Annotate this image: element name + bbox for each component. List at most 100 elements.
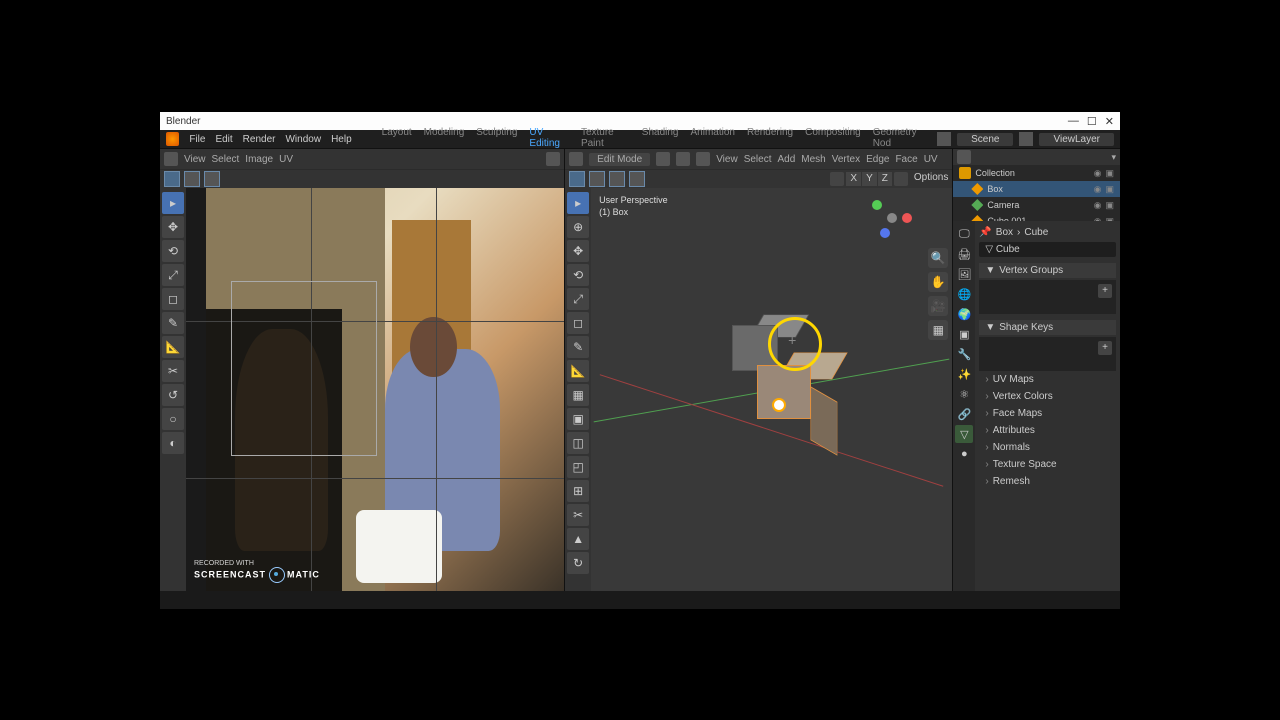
select-mode-face-icon[interactable] xyxy=(696,152,710,166)
shape-keys-list[interactable]: + xyxy=(979,337,1116,371)
menu-edit[interactable]: Edit xyxy=(215,134,232,145)
select-mode-vert-icon[interactable] xyxy=(656,152,670,166)
tool-transform[interactable]: ◻ xyxy=(162,288,184,310)
uv-sync-button[interactable] xyxy=(164,171,180,187)
tool-scale-3d[interactable]: ⤢ xyxy=(567,288,589,310)
tool-measure[interactable]: 📐 xyxy=(162,336,184,358)
uv-menu-view[interactable]: View xyxy=(184,154,206,165)
editor-type-icon[interactable] xyxy=(164,152,178,166)
visibility-icon[interactable]: ◉ xyxy=(1094,184,1102,195)
tab-compositing[interactable]: Compositing xyxy=(805,127,861,151)
minimize-icon[interactable]: — xyxy=(1068,115,1079,128)
camera-icon[interactable]: 🎥 xyxy=(928,296,948,316)
uv-menu-image[interactable]: Image xyxy=(245,154,273,165)
vp-menu-edge[interactable]: Edge xyxy=(866,154,889,165)
tab-output[interactable]: 🖨 xyxy=(955,245,973,263)
tab-material[interactable]: ● xyxy=(955,445,973,463)
tab-render[interactable]: 🖵 xyxy=(955,225,973,243)
tab-viewlayer[interactable]: 🖼 xyxy=(955,265,973,283)
vp-menu-mesh[interactable]: Mesh xyxy=(801,154,825,165)
tab-sculpting[interactable]: Sculpting xyxy=(476,127,517,151)
tool-rip[interactable]: ✂ xyxy=(162,360,184,382)
tab-uv-editing[interactable]: UV Editing xyxy=(529,127,569,151)
mirror-x[interactable]: X xyxy=(846,172,861,186)
vp-pivot-button[interactable] xyxy=(589,171,605,187)
add-button[interactable]: + xyxy=(1098,341,1112,355)
uv-image-area[interactable]: RECORDED WITH SCREENCAST MATIC xyxy=(186,188,564,591)
vertex-groups-list[interactable]: + xyxy=(979,280,1116,314)
close-icon[interactable]: ✕ xyxy=(1105,115,1114,128)
tab-physics[interactable]: ⚛ xyxy=(955,385,973,403)
ortho-icon[interactable]: ▦ xyxy=(928,320,948,340)
tab-constraints[interactable]: 🔗 xyxy=(955,405,973,423)
tool-move-3d[interactable]: ✥ xyxy=(567,240,589,262)
gizmo-center[interactable] xyxy=(887,213,897,223)
tool-annotate[interactable]: ✎ xyxy=(162,312,184,334)
tool-add-cube[interactable]: ▦ xyxy=(567,384,589,406)
viewport-3d[interactable]: User Perspective (1) Box xyxy=(591,188,952,591)
tab-texture-paint[interactable]: Texture Paint xyxy=(581,127,630,151)
gizmo-axis-y[interactable] xyxy=(872,200,882,210)
vp-menu-face[interactable]: Face xyxy=(895,154,917,165)
tab-data[interactable]: ▽ xyxy=(955,425,973,443)
outliner-collection[interactable]: Collection ◉▣ xyxy=(953,165,1120,181)
menu-window[interactable]: Window xyxy=(285,134,321,145)
breadcrumb-object[interactable]: Box xyxy=(996,227,1013,238)
tool-annotate-3d[interactable]: ✎ xyxy=(567,336,589,358)
tool-grab[interactable]: ↺ xyxy=(162,384,184,406)
section-face-maps[interactable]: Face Maps xyxy=(979,405,1116,422)
add-button[interactable]: + xyxy=(1098,284,1112,298)
vp-menu-add[interactable]: Add xyxy=(777,154,795,165)
gizmo-axis-z[interactable] xyxy=(880,228,890,238)
blender-logo-icon[interactable] xyxy=(166,132,179,146)
vp-menu-vertex[interactable]: Vertex xyxy=(832,154,860,165)
viewlayer-name[interactable]: ViewLayer xyxy=(1039,133,1114,146)
tool-extrude[interactable]: ▣ xyxy=(567,408,589,430)
vp-orientation-button[interactable] xyxy=(569,171,585,187)
mode-dropdown[interactable]: Edit Mode xyxy=(589,153,650,166)
section-vertex-colors[interactable]: Vertex Colors xyxy=(979,388,1116,405)
uv-overlay-button[interactable] xyxy=(204,171,220,187)
render-icon[interactable]: ▣ xyxy=(1105,184,1114,195)
tab-geometry-nodes[interactable]: Geometry Nod xyxy=(873,127,927,151)
uv-selection-box[interactable] xyxy=(231,281,377,456)
section-attributes[interactable]: Attributes xyxy=(979,422,1116,439)
outliner-item-box[interactable]: Box ◉▣ xyxy=(953,181,1120,197)
breadcrumb-data[interactable]: Cube xyxy=(1024,227,1048,238)
mesh-object-box[interactable] xyxy=(757,365,817,425)
tool-spin[interactable]: ↻ xyxy=(567,552,589,574)
automerge-icon[interactable] xyxy=(894,172,908,186)
tool-scale[interactable]: ⤢ xyxy=(162,264,184,286)
vp-menu-view[interactable]: View xyxy=(716,154,738,165)
tool-move[interactable]: ✥ xyxy=(162,216,184,238)
vp-snap-button[interactable] xyxy=(609,171,625,187)
menu-render[interactable]: Render xyxy=(243,134,276,145)
menu-help[interactable]: Help xyxy=(331,134,352,145)
tool-rotate-3d[interactable]: ⟲ xyxy=(567,264,589,286)
outliner-type-icon[interactable] xyxy=(957,150,971,164)
pan-icon[interactable]: ✋ xyxy=(928,272,948,292)
maximize-icon[interactable]: ☐ xyxy=(1087,115,1097,128)
vp-menu-select[interactable]: Select xyxy=(744,154,772,165)
tool-transform-3d[interactable]: ◻ xyxy=(567,312,589,334)
tool-pinch[interactable]: ◐ xyxy=(162,432,184,454)
uv-display-button[interactable] xyxy=(184,171,200,187)
tab-animation[interactable]: Animation xyxy=(690,127,734,151)
tool-cursor[interactable]: ▸ xyxy=(162,192,184,214)
tab-modeling[interactable]: Modeling xyxy=(424,127,465,151)
tool-inset[interactable]: ◫ xyxy=(567,432,589,454)
mesh-name-field[interactable]: ▽ Cube xyxy=(979,242,1116,257)
tab-world[interactable]: 🌍 xyxy=(955,305,973,323)
section-normals[interactable]: Normals xyxy=(979,439,1116,456)
render-icon[interactable]: ▣ xyxy=(1105,200,1114,211)
tool-rotate[interactable]: ⟲ xyxy=(162,240,184,262)
tab-layout[interactable]: Layout xyxy=(382,127,412,151)
zoom-icon[interactable]: 🔍 xyxy=(928,248,948,268)
uv-menu-select[interactable]: Select xyxy=(212,154,240,165)
render-icon[interactable]: ▣ xyxy=(1105,168,1114,179)
options-dropdown[interactable]: Options xyxy=(914,172,948,186)
viewlayer-icon[interactable] xyxy=(1019,132,1033,146)
mirror-y[interactable]: Y xyxy=(862,172,877,186)
tool-polybuild[interactable]: ▲ xyxy=(567,528,589,550)
filter-icon[interactable]: ▾ xyxy=(1111,152,1116,163)
